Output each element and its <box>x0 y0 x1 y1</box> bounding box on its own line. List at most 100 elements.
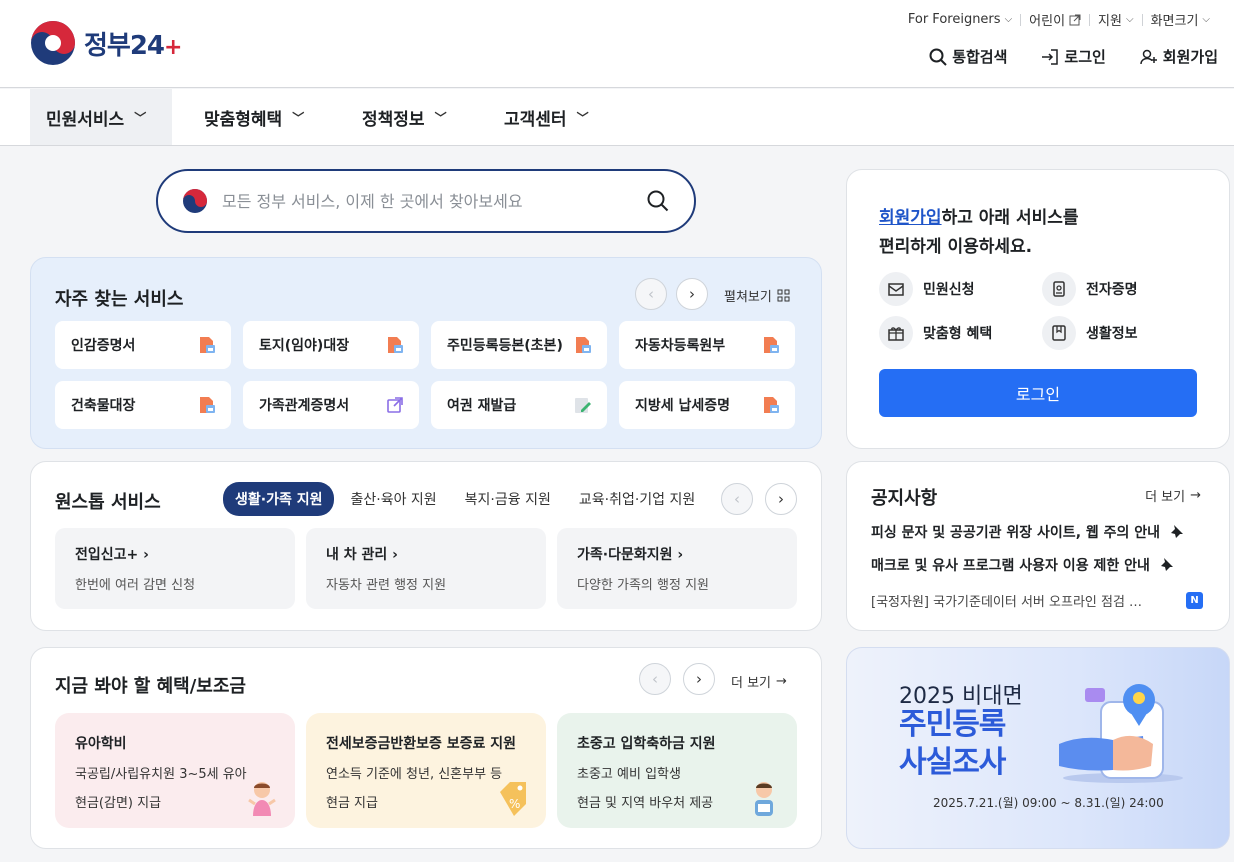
feature-life-info[interactable]: 생활정보 <box>1042 316 1138 350</box>
service-label: 건축물대장 <box>71 398 136 414</box>
tab-welfare-finance[interactable]: 복지·금융 지원 <box>453 482 563 516</box>
chevron-down-icon: ﹀ <box>576 110 589 125</box>
gnb-customer-center[interactable]: 고객센터 ﹀ <box>488 89 605 145</box>
onestop-services-card: 원스톱 서비스 생활·가족 지원 출산·육아 지원 복지·금융 지원 교육·취업… <box>30 461 822 631</box>
add-user-icon <box>1140 49 1157 64</box>
login-label: 로그인 <box>1064 48 1106 66</box>
service-item[interactable]: 토지(임야)대장 <box>243 321 419 369</box>
prev-button[interactable]: ‹ <box>721 483 753 515</box>
arrow-right-icon: → <box>1190 488 1201 503</box>
service-item[interactable]: 인감증명서 <box>55 321 231 369</box>
next-button[interactable]: › <box>683 663 715 695</box>
tab-birth-childcare[interactable]: 출산·육아 지원 <box>338 482 448 516</box>
notice-title: 공지사항 <box>871 488 938 509</box>
support-menu[interactable]: 지원 ⌵ <box>1090 10 1142 29</box>
benefit-title: 유아학비 <box>75 736 127 752</box>
notice-item[interactable]: 피싱 문자 및 공공기관 위장 사이트, 웹 주의 안내 <box>871 522 1184 542</box>
notice-item[interactable]: 매크로 및 유사 프로그램 사용자 이용 제한 안내 <box>871 555 1174 575</box>
frequent-services-grid: 인감증명서 토지(임야)대장 주민등록등본(초본) 자동차등록원부 건축물대장 … <box>55 321 795 429</box>
external-link-icon <box>387 397 403 413</box>
external-link-icon <box>1069 14 1081 25</box>
prev-button[interactable]: ‹ <box>635 278 667 310</box>
discount-tag-icon: % <box>500 782 526 816</box>
next-button[interactable]: › <box>765 483 797 515</box>
expand-view-button[interactable]: 펼쳐보기 <box>724 286 790 305</box>
tab-education-job[interactable]: 교육·취업·기업 지원 <box>567 482 707 516</box>
benefit-item[interactable]: 유아학비 국공립/사립유치원 3~5세 유아 현금(감면) 지급 <box>55 713 295 828</box>
onestop-item[interactable]: 내 차 관리 › 자동차 관련 행정 지원 <box>306 528 546 609</box>
search-input[interactable] <box>222 191 646 211</box>
login-link[interactable]: 로그인 <box>1041 46 1106 67</box>
expand-view-label: 펼쳐보기 <box>724 290 772 305</box>
benefits-more-link[interactable]: 더 보기 → <box>731 672 787 691</box>
gnb-civil-service[interactable]: 민원서비스 ﹀ <box>30 89 172 145</box>
gnb-custom-benefits[interactable]: 맞춤형혜택 ﹀ <box>188 89 320 145</box>
service-label: 여권 재발급 <box>447 398 517 414</box>
for-foreigners-label: For Foreigners <box>907 12 1001 27</box>
document-print-icon <box>388 337 403 353</box>
kids-link[interactable]: 어린이 <box>1021 10 1089 29</box>
main-search-bar <box>156 169 696 233</box>
frequent-services-title: 자주 찾는 서비스 <box>55 289 184 310</box>
login-icon <box>1042 48 1059 65</box>
chevron-down-icon: ﹀ <box>292 110 305 125</box>
join-message-link[interactable]: 회원가입 <box>879 208 942 228</box>
chevron-down-icon: ⌵ <box>1004 14 1013 25</box>
more-label: 더 보기 <box>731 676 772 691</box>
service-item[interactable]: 건축물대장 <box>55 381 231 429</box>
notice-item-label: 피싱 문자 및 공공기관 위장 사이트, 웹 주의 안내 <box>871 525 1161 541</box>
site-logo[interactable]: 정부24+ <box>30 20 182 66</box>
promo-banner[interactable]: 2025 비대면 주민등록 사실조사 2025.7.21.(월) 09:00 ~… <box>846 647 1230 849</box>
prev-button[interactable]: ‹ <box>639 663 671 695</box>
more-label: 더 보기 <box>1145 490 1186 505</box>
benefit-item[interactable]: 전세보증금반환보증 보증료 지원 연소득 기준에 청년, 신혼부부 등 현금 지… <box>306 713 546 828</box>
join-promo-card: 회원가입하고 아래 서비스를 편리하게 이용하세요. 민원신청 전자증명 맞춤형… <box>846 169 1230 449</box>
chevron-left-icon: ‹ <box>652 670 658 688</box>
onestop-item[interactable]: 가족·다문화지원 › 다양한 가족의 행정 지원 <box>557 528 797 609</box>
onestop-title: 원스톱 서비스 <box>55 492 161 513</box>
search-icon[interactable] <box>646 189 670 213</box>
account-menu: 통합검색 로그인 회원가입 <box>929 46 1218 67</box>
feature-label: 생활정보 <box>1086 326 1138 342</box>
chevron-left-icon: ‹ <box>734 490 740 508</box>
join-label: 회원가입 <box>1162 48 1218 66</box>
pin-icon <box>1159 558 1173 572</box>
next-button[interactable]: › <box>676 278 708 310</box>
feature-label: 전자증명 <box>1086 282 1138 298</box>
benefit-item[interactable]: 초중고 입학축하금 지원 초중고 예비 입학생 현금 및 지역 바우처 제공 <box>557 713 797 828</box>
gift-icon <box>888 327 904 341</box>
service-item[interactable]: 여권 재발급 <box>431 381 607 429</box>
service-item[interactable]: 자동차등록원부 <box>619 321 795 369</box>
integrated-search-button[interactable]: 통합검색 <box>929 46 1007 67</box>
banner-line2b: 사실조사 <box>899 745 1006 780</box>
service-label: 주민등록등본(초본) <box>447 338 563 354</box>
chevron-down-icon: ﹀ <box>134 110 147 125</box>
service-item[interactable]: 지방세 납세증명 <box>619 381 795 429</box>
chevron-right-icon: › <box>689 285 695 303</box>
notice-item[interactable]: [국정자원] 국가기준데이터 서버 오프라인 점검 … <box>871 591 1142 610</box>
service-item[interactable]: 주민등록등본(초본) <box>431 321 607 369</box>
screen-size-menu[interactable]: 화면크기 ⌵ <box>1143 10 1218 29</box>
onestop-item[interactable]: 전입신고+ › 한번에 여러 감면 신청 <box>55 528 295 609</box>
service-label: 토지(임야)대장 <box>259 338 350 354</box>
join-link[interactable]: 회원가입 <box>1140 46 1218 67</box>
logo-number: 24 <box>129 30 165 61</box>
site-header: 정부24+ For Foreigners ⌵ 어린이 지원 ⌵ 화면크기 ⌵ 통합검색… <box>0 0 1234 88</box>
student-illustration-icon <box>755 782 773 816</box>
tab-life-family[interactable]: 생활·가족 지원 <box>223 482 335 516</box>
login-button[interactable]: 로그인 <box>879 369 1197 417</box>
feature-custom-benefit[interactable]: 맞춤형 혜택 <box>879 316 992 350</box>
gnb-policy-info[interactable]: 정책정보 ﹀ <box>346 89 463 145</box>
screen-size-label: 화면크기 <box>1150 14 1199 29</box>
benefit-title: 초중고 입학축하금 지원 <box>577 736 716 752</box>
gnb-label: 맞춤형혜택 <box>204 109 283 130</box>
logo-text: 정부 <box>84 30 131 61</box>
service-label: 자동차등록원부 <box>635 338 726 354</box>
service-item[interactable]: 가족관계증명서 <box>243 381 419 429</box>
benefit-title: 전세보증금반환보증 보증료 지원 <box>326 736 517 752</box>
feature-civil-apply[interactable]: 민원신청 <box>879 272 975 306</box>
chevron-right-icon: › <box>143 547 149 563</box>
notice-more-link[interactable]: 더 보기 → <box>1145 486 1201 505</box>
feature-e-cert[interactable]: 전자증명 <box>1042 272 1138 306</box>
for-foreigners-link[interactable]: For Foreigners ⌵ <box>900 12 1020 27</box>
